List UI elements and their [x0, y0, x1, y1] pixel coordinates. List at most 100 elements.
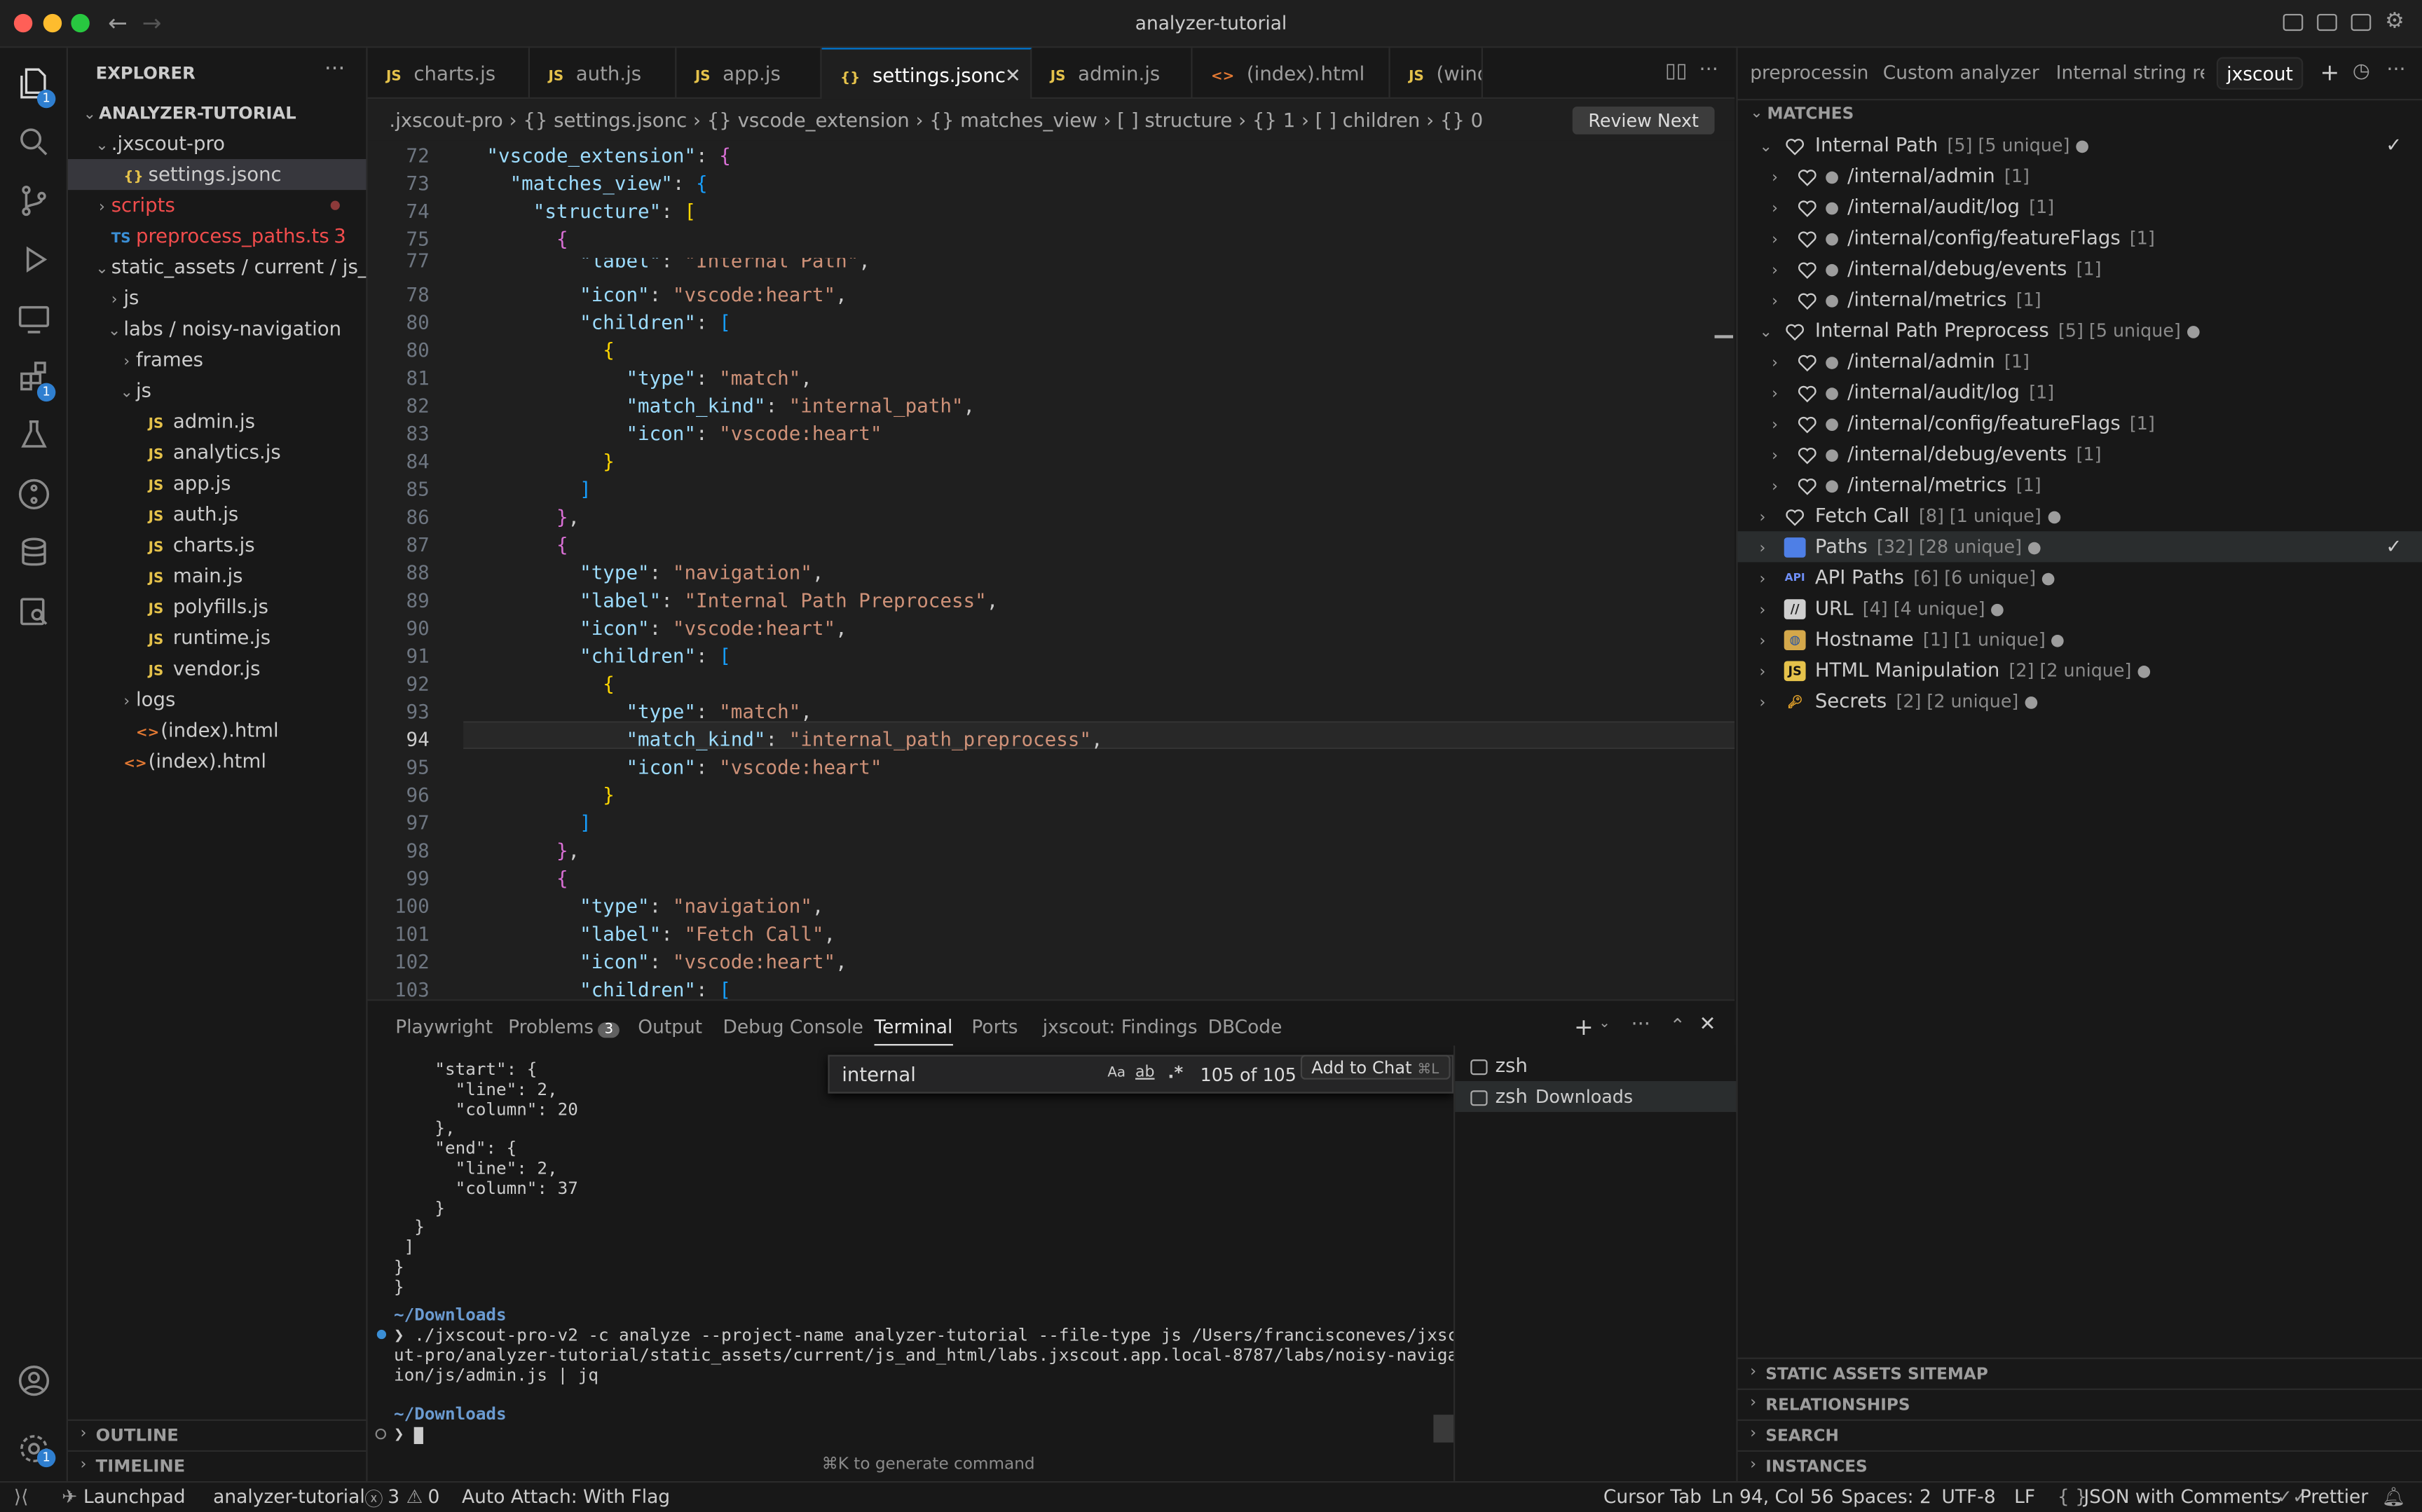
right-panel-tab[interactable]: Custom analyzer f: [1883, 48, 2041, 99]
editor-tab[interactable]: JS charts.js: [368, 48, 531, 99]
terminal-instance[interactable]: zsh: [1455, 1050, 1736, 1081]
add-icon[interactable]: +: [2320, 59, 2340, 87]
right-panel-tab[interactable]: jxscout: [2216, 57, 2304, 90]
jxscout-icon[interactable]: [15, 593, 53, 630]
right-panel-tab[interactable]: preprocessin: [1750, 48, 1868, 99]
match-item[interactable]: › /internal/debug/events [1]: [1738, 439, 2422, 469]
run-debug-icon[interactable]: [15, 241, 53, 278]
notifications-icon[interactable]: 🔔︎: [2382, 1486, 2406, 1508]
panel-tab[interactable]: Output: [638, 1016, 702, 1038]
collapsed-section[interactable]: › STATIC ASSETS SITEMAP: [1737, 1357, 2422, 1389]
check-icon[interactable]: ✓: [2386, 130, 2402, 160]
tree-item[interactable]: › frames: [68, 345, 366, 376]
panel-tab[interactable]: Problems 3: [508, 1016, 620, 1038]
toggle-sidebar-icon[interactable]: [2283, 13, 2304, 32]
toggle-secondary-sidebar-icon[interactable]: [2351, 13, 2372, 32]
tree-item[interactable]: JS admin.js: [68, 406, 366, 437]
match-item[interactable]: › /internal/admin [1]: [1738, 346, 2422, 377]
whole-word-toggle[interactable]: ab: [1135, 1064, 1155, 1081]
match-group[interactable]: ⌄ Internal Path Preprocess [5] [5 unique]: [1738, 315, 2422, 346]
tree-item[interactable]: JS polyfills.js: [68, 591, 366, 622]
tree-item[interactable]: JS runtime.js: [68, 622, 366, 653]
prettier-item[interactable]: Prettier: [2300, 1486, 2368, 1508]
launchpad-item[interactable]: Launchpad: [83, 1486, 186, 1508]
outline-section[interactable]: › OUTLINE: [67, 1419, 367, 1450]
match-group[interactable]: › Fetch Call [8] [1 unique]: [1738, 500, 2422, 531]
find-input[interactable]: internal: [842, 1063, 916, 1086]
indentation-item[interactable]: Spaces: 2: [1841, 1486, 1931, 1508]
collapsed-section[interactable]: › INSTANCES: [1737, 1450, 2422, 1481]
match-group[interactable]: › API API Paths [6] [6 unique]: [1738, 562, 2422, 593]
remote-explorer-icon[interactable]: [15, 300, 53, 337]
match-item[interactable]: › /internal/admin [1]: [1738, 160, 2422, 191]
match-item[interactable]: › /internal/audit/log [1]: [1738, 191, 2422, 222]
match-item[interactable]: › /internal/metrics [1]: [1738, 284, 2422, 315]
gear-icon[interactable]: ⚙: [2385, 9, 2404, 34]
timeline-section[interactable]: › TIMELINE: [67, 1450, 367, 1481]
tree-item[interactable]: JS vendor.js: [68, 653, 366, 684]
tree-item[interactable]: JS auth.js: [68, 499, 366, 530]
error-count[interactable]: 3: [388, 1486, 399, 1508]
chevron-down-icon[interactable]: ⌄: [1599, 1016, 1610, 1031]
regex-toggle[interactable]: .*: [1168, 1063, 1183, 1083]
history-icon[interactable]: ◷: [2353, 60, 2370, 83]
editor-tab[interactable]: JS admin.js: [1032, 48, 1193, 99]
match-item[interactable]: › /internal/config/featureFlags [1]: [1738, 222, 2422, 253]
tree-item[interactable]: ⌄ js: [68, 376, 366, 406]
match-group[interactable]: › Paths [32] [28 unique] ✓: [1737, 531, 2422, 563]
auto-attach-item[interactable]: Auto Attach: With Flag: [462, 1486, 670, 1508]
split-editor-icon[interactable]: ▯▯: [1665, 60, 1688, 83]
toggle-panel-icon[interactable]: [2317, 13, 2337, 32]
panel-tab[interactable]: Terminal: [874, 1016, 953, 1046]
language-mode[interactable]: JSON with Comments: [2084, 1486, 2281, 1508]
code-editor[interactable]: 72 "vscode_extension": {73 "matches_view…: [367, 140, 1735, 1000]
collapsed-section[interactable]: › SEARCH: [1737, 1419, 2422, 1450]
collapsed-section[interactable]: › RELATIONSHIPS: [1737, 1388, 2422, 1420]
match-group[interactable]: › 🔑︎ Secrets [2] [2 unique]: [1738, 686, 2422, 717]
remote-icon[interactable]: ⟩⟨: [14, 1486, 29, 1508]
tree-item[interactable]: ⌄ labs / noisy-navigation: [68, 313, 366, 344]
panel-tab[interactable]: Playwright: [395, 1016, 493, 1038]
editor-tab[interactable]: JS app.js: [676, 48, 822, 99]
tree-item[interactable]: ⌄static_assets / current / js_a...: [68, 252, 366, 282]
match-item[interactable]: › /internal/metrics [1]: [1738, 469, 2422, 500]
maximize-panel-icon[interactable]: ⌃: [1670, 1015, 1685, 1036]
review-next-file-button[interactable]: Review Next File: [1572, 106, 1715, 159]
tree-item[interactable]: JS analytics.js: [68, 437, 366, 468]
new-terminal-icon[interactable]: +: [1574, 1013, 1594, 1041]
tree-item[interactable]: › js: [68, 282, 366, 313]
match-case-toggle[interactable]: Aa: [1107, 1066, 1126, 1081]
more-actions-icon[interactable]: ···: [1699, 59, 1718, 82]
editor-tab[interactable]: <> (index).html: [1193, 48, 1390, 99]
match-group[interactable]: › ◍ Hostname [1] [1 unique]: [1738, 624, 2422, 655]
more-actions-icon[interactable]: ···: [1631, 1013, 1650, 1036]
tree-item[interactable]: ⌄ .jxscout-pro: [68, 128, 366, 159]
warning-count[interactable]: 0: [428, 1486, 440, 1508]
match-group[interactable]: › // URL [4] [4 unique]: [1738, 593, 2422, 624]
check-icon[interactable]: ✓: [2386, 531, 2402, 562]
cursor-tab-item[interactable]: Cursor Tab: [1603, 1486, 1702, 1508]
source-control-icon[interactable]: [15, 182, 53, 219]
editor-tab[interactable]: JS auth.js: [530, 48, 677, 99]
tree-item[interactable]: › scripts: [68, 190, 366, 221]
close-tab-icon[interactable]: ✕: [1005, 50, 1021, 99]
project-item[interactable]: analyzer-tutorial: [213, 1486, 365, 1508]
match-item[interactable]: › /internal/config/featureFlags [1]: [1738, 408, 2422, 439]
terminal-instance[interactable]: zsh Downloads: [1455, 1081, 1737, 1113]
git-graph-icon[interactable]: [15, 476, 53, 513]
account-icon[interactable]: [15, 1362, 53, 1399]
tree-item[interactable]: TS preprocess_paths.ts 3: [68, 221, 366, 252]
terminal-output[interactable]: "start": { "line": 2, "column": 20 }, "e…: [368, 1050, 1468, 1483]
tree-item[interactable]: {} settings.jsonc: [67, 159, 367, 191]
more-actions-icon[interactable]: ···: [2386, 59, 2405, 82]
breadcrumb[interactable]: .jxscout-pro › {} settings.jsonc › {} vs…: [367, 99, 1735, 141]
tree-item[interactable]: JS main.js: [68, 561, 366, 591]
editor-tab[interactable]: JS (window.webpackChunk$: [1390, 48, 1483, 99]
tree-item[interactable]: ⌄ ANALYZER-TUTORIAL: [68, 97, 366, 128]
right-panel-tab[interactable]: Internal string reg: [2056, 48, 2205, 99]
close-panel-icon[interactable]: ✕: [1699, 1013, 1716, 1036]
match-group[interactable]: ⌄ Internal Path [5] [5 unique] ✓: [1738, 130, 2422, 160]
terminal-scrollbar[interactable]: [1433, 1415, 1454, 1443]
editor-tab[interactable]: {} settings.jsonc ✕: [821, 48, 1032, 99]
eol-item[interactable]: LF: [2014, 1486, 2035, 1508]
